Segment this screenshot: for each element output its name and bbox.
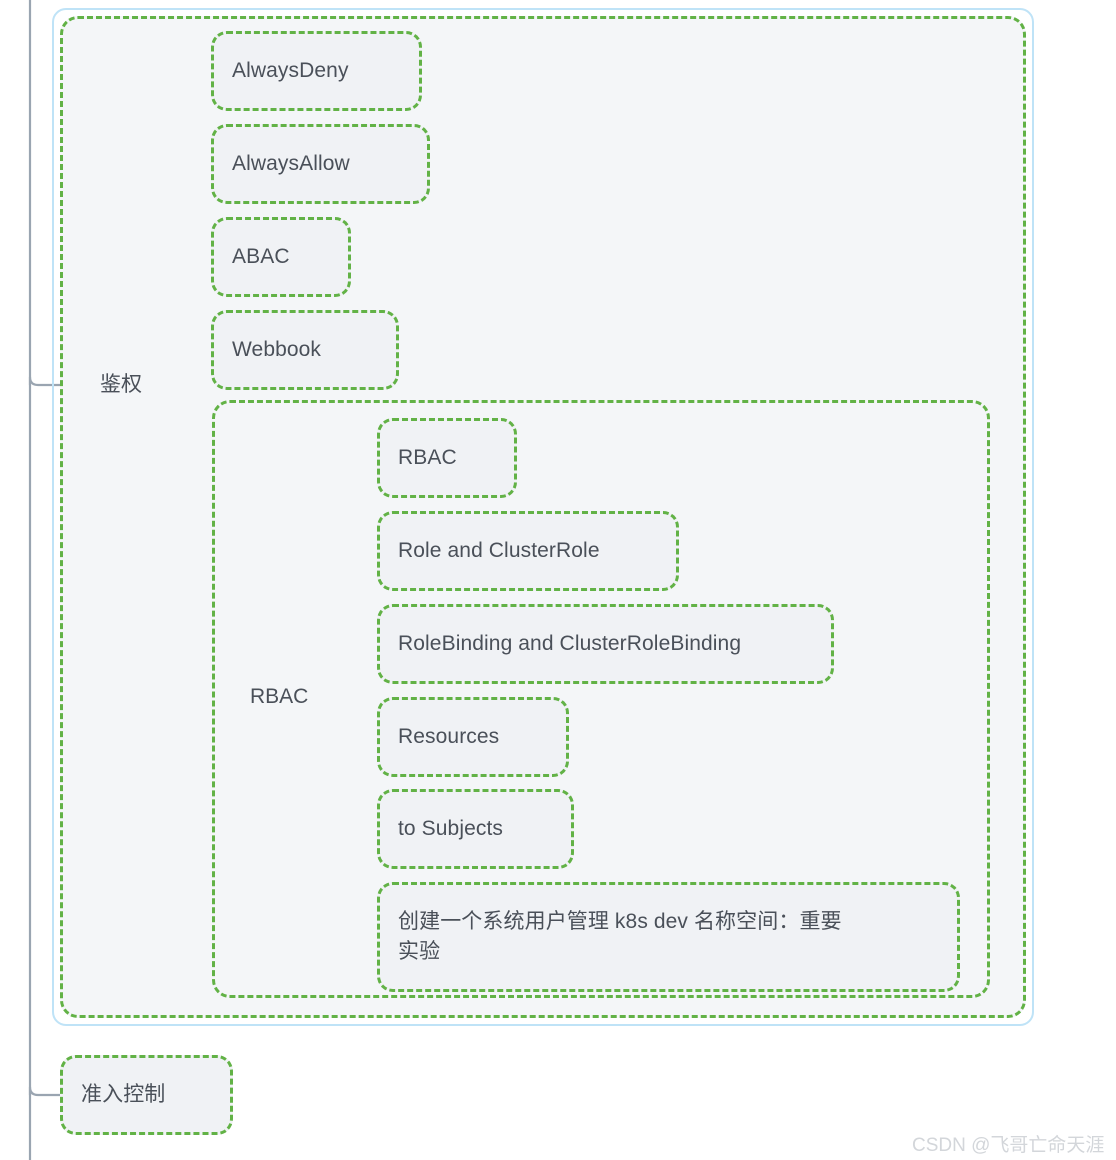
mindmap-canvas: 鉴权 RBAC AlwaysDeny AlwaysAllow ABAC Webb… <box>0 0 1116 1160</box>
node-resources[interactable]: Resources <box>377 697 569 777</box>
node-alwaysallow[interactable]: AlwaysAllow <box>211 124 430 204</box>
node-to-subjects[interactable]: to Subjects <box>377 789 574 869</box>
node-rbac[interactable]: RBAC <box>377 418 517 498</box>
node-webbook[interactable]: Webbook <box>211 310 399 390</box>
node-label-alwaysallow: AlwaysAllow <box>232 152 350 175</box>
node-label-admission-control: 准入控制 <box>81 1083 166 1106</box>
node-label-abac: ABAC <box>232 245 290 268</box>
node-label-rbac: RBAC <box>398 446 457 469</box>
node-label-rolebinding-and-clusterrolebinding: RoleBinding and ClusterRoleBinding <box>398 632 742 655</box>
node-label-alwaysdeny: AlwaysDeny <box>232 59 349 82</box>
node-alwaysdeny[interactable]: AlwaysDeny <box>211 31 422 111</box>
node-rolebinding-and-clusterrolebinding[interactable]: RoleBinding and ClusterRoleBinding <box>377 604 834 684</box>
node-label-authorization[interactable]: 鉴权 <box>100 372 142 398</box>
node-lab-note[interactable]: 创建一个系统用户管理 k8s dev 名称空间：重要 实验 <box>377 882 960 992</box>
node-admission-control[interactable]: 准入控制 <box>60 1055 233 1135</box>
node-role-and-clusterrole[interactable]: Role and ClusterRole <box>377 511 679 591</box>
node-label-role-and-clusterrole: Role and ClusterRole <box>398 539 600 562</box>
node-label-resources: Resources <box>398 725 500 748</box>
node-label-to-subjects: to Subjects <box>398 817 503 840</box>
node-label-rbac-parent[interactable]: RBAC <box>250 684 308 710</box>
csdn-watermark: CSDN @飞哥亡命天涯 <box>912 1135 1105 1156</box>
node-label-webbook: Webbook <box>232 338 322 361</box>
node-label-lab-note: 创建一个系统用户管理 k8s dev 名称空间：重要 实验 <box>398 910 842 963</box>
node-abac[interactable]: ABAC <box>211 217 351 297</box>
